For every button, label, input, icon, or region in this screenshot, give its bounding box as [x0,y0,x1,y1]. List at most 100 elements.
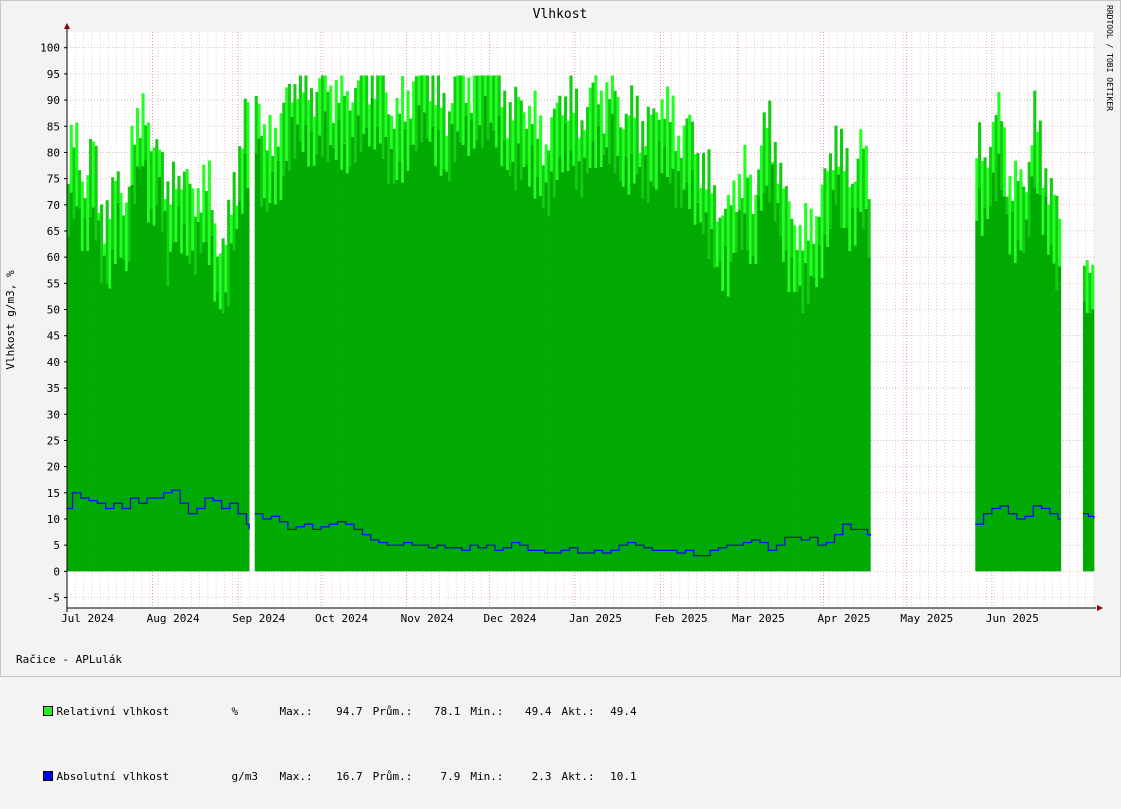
relative-bar-peak [735,212,739,253]
relative-bar [86,250,90,572]
relative-bar [169,251,173,572]
legend-cur-label: Akt.: [561,770,595,783]
relative-bar-peak [851,183,855,209]
relative-bar [210,235,214,572]
relative-bar [315,153,319,572]
x-tick-label: Dec 2024 [483,612,536,625]
relative-bar [536,176,540,572]
legend-row-absolute: Absolutní vlhkost g/m3 Max.: 16.7 Prům.: 7.9 M… [16,757,637,796]
relative-bar [726,296,730,572]
relative-bar-peak [845,148,849,228]
relative-bar [218,309,222,572]
relative-bar-peak [334,80,338,160]
relative-bar [1000,189,1004,572]
relative-bar [229,243,233,572]
relative-bar-peak [89,138,93,217]
relative-bar [456,131,460,572]
y-tick-label: 80 [47,146,60,159]
relative-bar [1022,252,1026,572]
relative-bar-peak [298,75,302,142]
relative-bar-peak [205,191,209,242]
relative-bar-peak [674,150,678,208]
relative-bar [588,167,592,572]
y-tick-label: 60 [47,251,60,264]
relative-bar [500,166,504,572]
relative-bar-peak [630,85,634,154]
relative-bar-peak [773,141,777,222]
relative-bar [464,116,468,572]
relative-bar-peak [459,75,463,142]
relative-bar [782,261,786,572]
relative-bar-peak [693,154,697,225]
relative-bar-peak [784,186,788,251]
relative-bar [309,131,314,572]
relative-bar-peak [746,177,750,251]
relative-bar [519,179,523,572]
relative-bar-peak [652,108,656,187]
relative-bar-peak [481,75,485,148]
relative-bar-peak [108,219,112,289]
relative-bar [748,263,752,572]
relative-bar-peak [254,96,258,153]
relative-bar-peak [320,75,325,157]
relative-bar [282,175,286,572]
relative-bar [770,164,775,572]
y-tick-label: 25 [47,434,60,447]
relative-bar [122,259,126,572]
y-tick-label: 15 [47,487,60,500]
relative-bar [166,285,170,572]
relative-bar-peak [561,115,565,173]
relative-bar [301,151,305,572]
relative-bar-peak [147,122,151,223]
relative-bar-peak [442,92,446,169]
relative-bar [713,267,717,572]
relative-bar [453,161,457,572]
relative-bar [1016,239,1020,572]
relative-bar-peak [577,138,581,162]
relative-bar-peak [124,202,129,271]
y-tick-label: 90 [47,94,60,107]
relative-bar-peak [497,75,501,116]
relative-bar [707,258,711,572]
relative-bar-peak [528,105,532,187]
relative-bar-peak [732,180,736,253]
y-tick-label: 85 [47,120,60,133]
relative-bar-peak [483,75,487,96]
relative-bar-peak [80,181,84,251]
relative-bar-peak [472,75,476,149]
relative-bar-peak [166,181,170,286]
relative-bar-peak [583,130,587,158]
relative-bar-peak [285,87,289,161]
relative-bar-peak [701,152,706,234]
relative-bar [986,218,990,572]
relative-bar-peak [685,118,689,183]
relative-bar [619,180,623,572]
x-tick-label: Sep 2024 [232,612,285,625]
relative-bar [1082,301,1087,572]
relative-bar [235,228,239,572]
relative-bar-peak [1049,178,1053,245]
relative-bar-peak [152,147,156,226]
legend-max: 16.7 [336,770,363,783]
relative-bar [831,189,835,572]
relative-bar [679,207,683,572]
relative-bar-peak [141,93,145,166]
relative-bar [806,303,810,572]
relative-bar-peak [508,102,512,177]
relative-bar [296,124,300,572]
relative-bar [348,166,352,572]
relative-bar-peak [597,104,601,126]
relative-bar [701,233,706,572]
relative-bar [243,153,247,572]
relative-bar-peak [260,135,264,207]
legend-avg: 78.1 [433,705,461,718]
relative-bar [798,285,802,572]
relative-bar [193,274,198,572]
relative-bar-peak [511,120,515,162]
relative-bar-peak [989,146,993,207]
relative-bar-peak [842,171,846,228]
relative-bar [856,207,860,572]
relative-bar [646,202,650,572]
legend: Račice - APLulák Relativní vlhkost% Max.:… [16,627,637,809]
relative-bar [517,143,521,572]
